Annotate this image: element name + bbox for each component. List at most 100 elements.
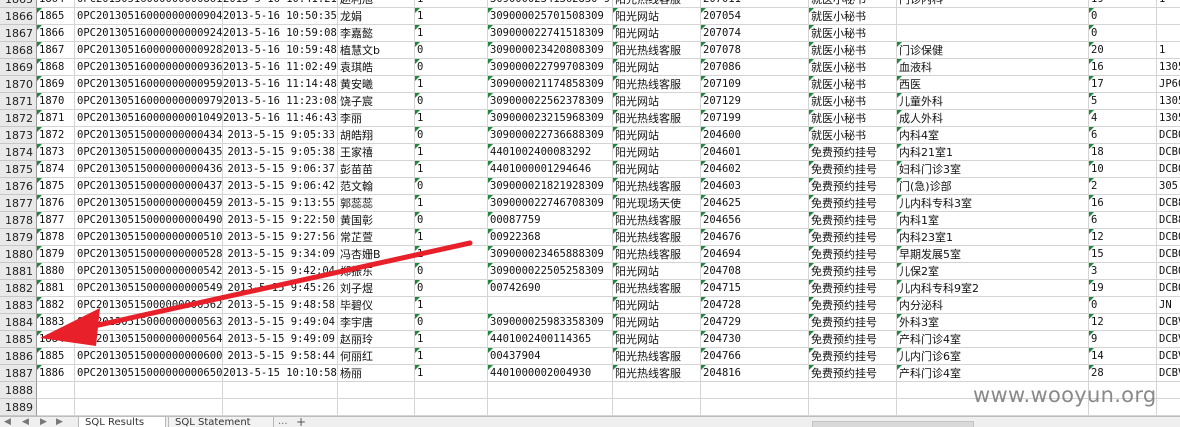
code-cell[interactable]: 207199	[701, 110, 809, 127]
extra-cell[interactable]: DCB0	[1157, 127, 1180, 144]
source-cell[interactable]: 阳光网站	[613, 25, 701, 42]
name-cell[interactable]: 李丽	[338, 110, 415, 127]
row-number[interactable]: 1887	[0, 365, 37, 382]
order-no-cell[interactable]: 0PC20130516000000000936	[75, 59, 223, 76]
order-no-cell[interactable]: 0PC20130516000000000959	[75, 76, 223, 93]
code-cell[interactable]: 207011	[701, 0, 809, 8]
dept-cell[interactable]: 门诊内科	[897, 0, 1089, 8]
row-number[interactable]: 1866	[0, 8, 37, 25]
count-cell[interactable]: 6	[1089, 127, 1157, 144]
extra-cell[interactable]: DCB8	[1157, 195, 1180, 212]
time-cell[interactable]	[223, 382, 338, 399]
source-cell[interactable]: 阳光网站	[613, 127, 701, 144]
flag-cell[interactable]	[415, 382, 488, 399]
count-cell[interactable]: 5	[1089, 93, 1157, 110]
flag-cell[interactable]: 1	[415, 0, 488, 8]
order-no-cell[interactable]: 0PC20130515000000000459	[75, 195, 223, 212]
source-cell[interactable]: 阳光网站	[613, 161, 701, 178]
count-cell[interactable]: 16	[1089, 59, 1157, 76]
service-cell[interactable]: 就医小秘书	[809, 8, 897, 25]
name-cell[interactable]: 王家禧	[338, 144, 415, 161]
time-cell[interactable]: 2013-5-15 9:45:26	[223, 280, 338, 297]
name-cell[interactable]: 黄国彰	[338, 212, 415, 229]
id-cell[interactable]: 1879	[37, 246, 75, 263]
flag-cell[interactable]	[415, 399, 488, 416]
code-cell[interactable]: 207078	[701, 42, 809, 59]
extra-cell[interactable]: DCBV	[1157, 331, 1180, 348]
service-cell[interactable]: 免费预约挂号	[809, 280, 897, 297]
service-cell[interactable]: 免费预约挂号	[809, 212, 897, 229]
source-cell[interactable]: 阳光网站	[613, 314, 701, 331]
name-cell[interactable]	[338, 382, 415, 399]
id-cell[interactable]: 1875	[37, 178, 75, 195]
flag-cell[interactable]: 1	[415, 161, 488, 178]
count-cell[interactable]: 16	[1089, 195, 1157, 212]
card-no-cell[interactable]: 00922368	[488, 229, 613, 246]
id-cell[interactable]: 1880	[37, 263, 75, 280]
dept-cell[interactable]: 西医	[897, 76, 1089, 93]
service-cell[interactable]: 免费预约挂号	[809, 314, 897, 331]
source-cell[interactable]: 阳光热线客服	[613, 348, 701, 365]
dept-cell[interactable]: 妇科门诊3室	[897, 161, 1089, 178]
order-no-cell[interactable]: 0PC20130516000000000924	[75, 25, 223, 42]
flag-cell[interactable]: 1	[415, 110, 488, 127]
id-cell[interactable]: 1877	[37, 212, 75, 229]
dept-cell[interactable]: 内科21室1	[897, 144, 1089, 161]
row-number[interactable]: 1889	[0, 399, 37, 416]
service-cell[interactable]: 免费预约挂号	[809, 161, 897, 178]
name-cell[interactable]: 李嘉懿	[338, 25, 415, 42]
time-cell[interactable]: 2013-5-16 10:50:35	[223, 8, 338, 25]
service-cell[interactable]: 免费预约挂号	[809, 365, 897, 382]
time-cell[interactable]: 2013-5-16 11:14:48	[223, 76, 338, 93]
time-cell[interactable]: 2013-5-15 9:34:09	[223, 246, 338, 263]
row-number[interactable]: 1869	[0, 59, 37, 76]
order-no-cell[interactable]: 0PC20130516000000001049	[75, 110, 223, 127]
card-no-cell[interactable]: 00437904	[488, 348, 613, 365]
order-no-cell[interactable]: 0PC20130516000000000928	[75, 42, 223, 59]
count-cell[interactable]: 3	[1089, 263, 1157, 280]
id-cell[interactable]: 1873	[37, 144, 75, 161]
card-no-cell[interactable]: 309000022562378309	[488, 93, 613, 110]
id-cell[interactable]: 1864	[37, 0, 75, 8]
code-cell[interactable]: 204694	[701, 246, 809, 263]
source-cell[interactable]: 阳光热线客服	[613, 76, 701, 93]
dept-cell[interactable]: 门诊保健	[897, 42, 1089, 59]
service-cell[interactable]: 免费预约挂号	[809, 144, 897, 161]
code-cell[interactable]: 207086	[701, 59, 809, 76]
service-cell[interactable]: 免费预约挂号	[809, 297, 897, 314]
card-no-cell[interactable]	[488, 382, 613, 399]
extra-cell[interactable]: DCB8	[1157, 212, 1180, 229]
source-cell[interactable]: 阳光热线客服	[613, 42, 701, 59]
card-no-cell[interactable]: 309000021821928309	[488, 178, 613, 195]
order-no-cell[interactable]: 0PC20130515000000000549	[75, 280, 223, 297]
count-cell[interactable]: 4	[1089, 110, 1157, 127]
service-cell[interactable]: 免费预约挂号	[809, 229, 897, 246]
row-number[interactable]: 1873	[0, 127, 37, 144]
card-no-cell[interactable]	[488, 297, 613, 314]
code-cell[interactable]	[701, 382, 809, 399]
dept-cell[interactable]	[897, 8, 1089, 25]
id-cell[interactable]	[37, 382, 75, 399]
order-no-cell[interactable]: 0PC20130515000000000436	[75, 161, 223, 178]
count-cell[interactable]: 6	[1089, 212, 1157, 229]
source-cell[interactable]: 阳光热线客服	[613, 110, 701, 127]
flag-cell[interactable]: 1	[415, 297, 488, 314]
flag-cell[interactable]: 0	[415, 93, 488, 110]
source-cell[interactable]: 阳光网站	[613, 297, 701, 314]
extra-cell[interactable]: JN	[1157, 297, 1180, 314]
extra-cell[interactable]: JP60	[1157, 76, 1180, 93]
flag-cell[interactable]: 0	[415, 263, 488, 280]
time-cell[interactable]: 2013-5-16 10:59:08	[223, 25, 338, 42]
source-cell[interactable]: 阳光现场天使	[613, 195, 701, 212]
card-no-cell[interactable]: 00087759	[488, 212, 613, 229]
source-cell[interactable]: 阳光热线客服	[613, 212, 701, 229]
card-no-cell[interactable]: 30900002341362830 9	[488, 0, 613, 8]
order-no-cell[interactable]: 0PC20130515000000000562	[75, 297, 223, 314]
card-no-cell[interactable]: 309000022736688309	[488, 127, 613, 144]
source-cell[interactable]: 阳光热线客服	[613, 280, 701, 297]
time-cell[interactable]: 2013-5-15 9:49:09	[223, 331, 338, 348]
dept-cell[interactable]: 儿内科专科3室	[897, 195, 1089, 212]
name-cell[interactable]: 刘子煜	[338, 280, 415, 297]
row-number[interactable]: 1878	[0, 212, 37, 229]
code-cell[interactable]: 204602	[701, 161, 809, 178]
